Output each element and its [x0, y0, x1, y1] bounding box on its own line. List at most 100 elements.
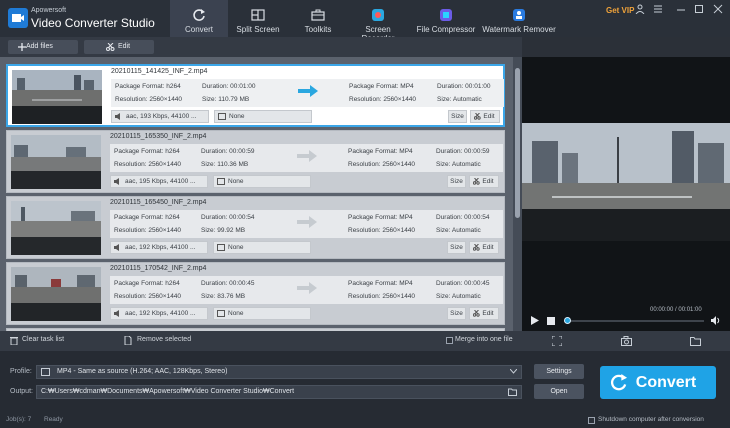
profile-select[interactable]: MP4 - Same as source (H.264; AAC, 128Kbp… — [36, 365, 522, 379]
account-icon[interactable] — [634, 4, 646, 16]
tab-split-screen[interactable]: Split Screen — [230, 0, 286, 37]
source-size: Size: 110.36 MB — [201, 161, 249, 168]
fullscreen-icon[interactable] — [552, 336, 562, 346]
open-button[interactable]: Open — [534, 384, 584, 399]
source-format: Package Format: h264 — [114, 148, 180, 155]
get-vip-link[interactable]: Get VIP — [606, 6, 634, 15]
chevron-down-icon — [510, 369, 517, 374]
subtitle-select[interactable]: None — [213, 307, 311, 320]
edit-file-button[interactable]: Edit — [469, 307, 499, 320]
title-bar: Apowersoft Video Converter Studio Conver… — [0, 0, 730, 43]
subtitle-value: None — [228, 310, 244, 317]
audio-track-select[interactable]: aac, 195 Kbps, 44100 ... — [110, 175, 208, 188]
file-name: 20210115_141425_INF_2.mp4 — [111, 68, 208, 75]
edit-file-button[interactable]: Edit — [469, 175, 499, 188]
tab-label: Convert — [184, 25, 213, 34]
add-files-button[interactable]: Add files — [8, 40, 78, 54]
file-item[interactable]: 20210115_141425_INF_2.mp4 Package Format… — [6, 64, 505, 127]
minimize-icon[interactable] — [675, 4, 687, 16]
audio-track-value: aac, 192 Kbps, 44100 ... — [125, 244, 196, 251]
file-name: 20210115_165450_INF_2.mp4 — [110, 199, 207, 206]
file-item[interactable]: 20210115_165350_INF_2.mp4 Package Format… — [6, 130, 505, 193]
source-resolution: Resolution: 2560×1440 — [114, 227, 182, 234]
file-item[interactable]: 20210115_165450_INF_2.mp4 Package Format… — [6, 196, 505, 259]
edit-file-label: Edit — [482, 178, 494, 185]
video-thumbnail — [12, 70, 102, 124]
split-screen-icon — [251, 9, 265, 21]
app-title: Video Converter Studio — [31, 16, 155, 30]
file-info-panel: Package Format: h264 Duration: 00:00:45 … — [110, 276, 503, 304]
source-duration: Duration: 00:00:54 — [201, 214, 255, 221]
clear-task-list-button[interactable]: Clear task list — [22, 336, 64, 343]
audio-track-select[interactable]: aac, 192 Kbps, 44100 ... — [110, 307, 208, 320]
settings-button[interactable]: Settings — [534, 364, 584, 379]
scrollbar-thumb[interactable] — [515, 68, 520, 218]
video-preview: 00:00:00 / 00:01:00 — [522, 57, 730, 331]
shutdown-label: Shutdown computer after conversion — [598, 416, 704, 423]
tab-label: File Compressor — [416, 25, 476, 34]
brand-company: Apowersoft — [31, 7, 67, 14]
tab-file-compressor[interactable]: File Compressor — [414, 0, 478, 37]
subtitle-icon — [217, 244, 225, 251]
tab-watermark-remover[interactable]: Watermark Remover — [480, 0, 558, 37]
output-path-field[interactable]: C:₩Users₩cdman₩Documents₩Apowersoft₩Vide… — [36, 385, 522, 399]
edit-file-button[interactable]: Edit — [470, 110, 500, 123]
output-path-value: C:₩Users₩cdman₩Documents₩Apowersoft₩Vide… — [41, 388, 295, 395]
merge-checkbox[interactable] — [446, 337, 453, 344]
edit-button[interactable]: Edit — [84, 40, 154, 54]
audio-track-select[interactable]: aac, 192 Kbps, 44100 ... — [110, 241, 208, 254]
scissors-icon — [106, 43, 115, 51]
screen-recorder-icon — [372, 9, 384, 21]
speaker-icon — [115, 113, 120, 120]
arrow-right-icon — [298, 85, 318, 97]
maximize-icon[interactable] — [693, 4, 705, 16]
size-button[interactable]: Size — [447, 307, 466, 320]
camera-icon[interactable] — [621, 336, 632, 346]
source-resolution: Resolution: 2560×1440 — [114, 161, 182, 168]
scissors-icon — [473, 244, 480, 251]
seek-handle[interactable] — [564, 317, 571, 324]
size-button[interactable]: Size — [447, 175, 466, 188]
file-name: 20210115_170542_INF_2.mp4 — [110, 265, 207, 272]
size-button[interactable]: Size — [447, 241, 466, 254]
tab-screen-recorder[interactable]: Screen Recorder — [348, 0, 408, 43]
output-format: Package Format: MP4 — [348, 148, 413, 155]
close-icon[interactable] — [712, 4, 724, 16]
file-item[interactable]: 20210115_170542_INF_2.mp4 Package Format… — [6, 262, 505, 325]
audio-track-select[interactable]: aac, 193 Kbps, 44100 ... — [111, 110, 209, 123]
subtitle-icon — [218, 113, 226, 120]
speaker-icon — [114, 310, 119, 317]
folder-icon[interactable] — [690, 336, 701, 346]
source-format: Package Format: h264 — [114, 280, 180, 287]
video-thumbnail — [11, 135, 101, 189]
shutdown-checkbox[interactable] — [588, 417, 595, 424]
tab-convert[interactable]: Convert — [170, 0, 228, 37]
tab-toolkits[interactable]: Toolkits — [290, 0, 346, 37]
volume-icon[interactable] — [711, 316, 721, 325]
source-size: Size: 99.92 MB — [201, 227, 246, 234]
source-format: Package Format: h264 — [114, 214, 180, 221]
output-duration: Duration: 00:00:59 — [436, 148, 490, 155]
edit-file-label: Edit — [482, 244, 494, 251]
subtitle-value: None — [229, 113, 245, 120]
source-size: Size: 110.79 MB — [202, 96, 250, 103]
app-logo-icon — [8, 8, 28, 28]
subtitle-select[interactable]: None — [213, 241, 311, 254]
subtitle-select[interactable]: None — [213, 175, 311, 188]
seek-bar[interactable] — [564, 320, 704, 322]
menu-icon[interactable] — [652, 4, 664, 16]
edit-file-button[interactable]: Edit — [469, 241, 499, 254]
audio-track-value: aac, 195 Kbps, 44100 ... — [125, 178, 196, 185]
preview-frame — [522, 123, 730, 241]
play-icon[interactable] — [531, 316, 539, 325]
remove-selected-button[interactable]: Remove selected — [137, 336, 191, 343]
video-format-icon — [41, 368, 50, 376]
subtitle-select[interactable]: None — [214, 110, 312, 123]
source-size: Size: 83.76 MB — [201, 293, 246, 300]
stop-icon[interactable] — [547, 317, 555, 325]
speaker-icon — [114, 244, 119, 251]
output-label: Output: — [10, 388, 33, 395]
size-button[interactable]: Size — [448, 110, 467, 123]
refresh-icon — [193, 9, 205, 21]
output-size: Size: Automatic — [436, 293, 481, 300]
